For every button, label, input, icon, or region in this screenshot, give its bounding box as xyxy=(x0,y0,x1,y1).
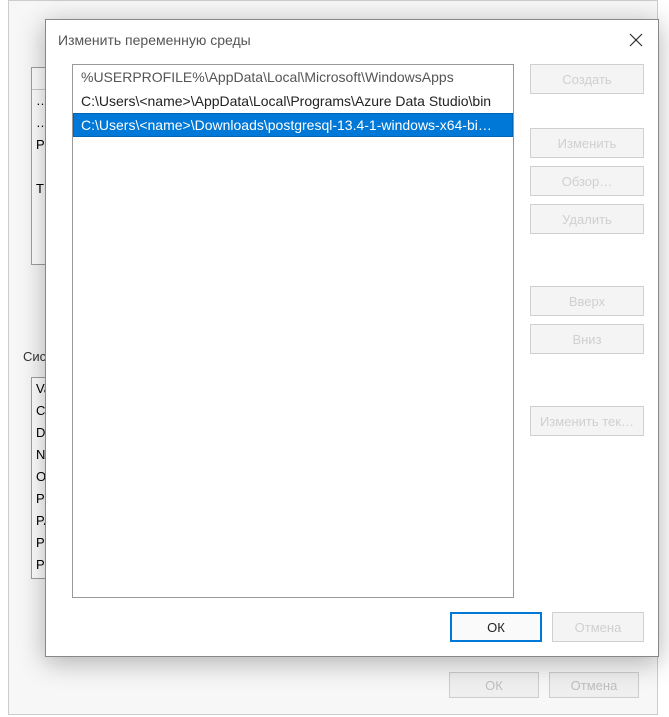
edit-text-button[interactable]: Изменить тек… xyxy=(530,406,644,436)
move-up-button[interactable]: Вверх xyxy=(530,286,644,316)
move-down-button[interactable]: Вниз xyxy=(530,324,644,354)
dialog-title: Изменить переменную среды xyxy=(58,32,251,48)
browse-button[interactable]: Обзор… xyxy=(530,166,644,196)
parent-cancel-button[interactable]: Отмена xyxy=(549,672,639,698)
dialog-titlebar: Изменить переменную среды xyxy=(46,20,658,60)
path-entry-edit-input[interactable] xyxy=(74,114,512,136)
edit-environment-variable-dialog: Изменить переменную среды %USERPROFILE%\… xyxy=(45,19,659,657)
close-button[interactable] xyxy=(624,28,648,52)
path-entry-selected[interactable] xyxy=(73,113,513,137)
edit-button[interactable]: Изменить xyxy=(530,128,644,158)
close-icon xyxy=(629,33,643,47)
ok-button[interactable]: ОК xyxy=(450,612,542,642)
cancel-button[interactable]: Отмена xyxy=(552,612,644,642)
parent-ok-button[interactable]: ОК xyxy=(449,672,539,698)
path-entries-listbox[interactable]: %USERPROFILE%\AppData\Local\Microsoft\Wi… xyxy=(72,64,514,598)
path-entry[interactable]: C:\Users\<name>\AppData\Local\Programs\A… xyxy=(73,89,513,113)
delete-button[interactable]: Удалить xyxy=(530,204,644,234)
path-entry[interactable]: %USERPROFILE%\AppData\Local\Microsoft\Wi… xyxy=(73,65,513,89)
new-button[interactable]: Создать xyxy=(530,64,644,94)
